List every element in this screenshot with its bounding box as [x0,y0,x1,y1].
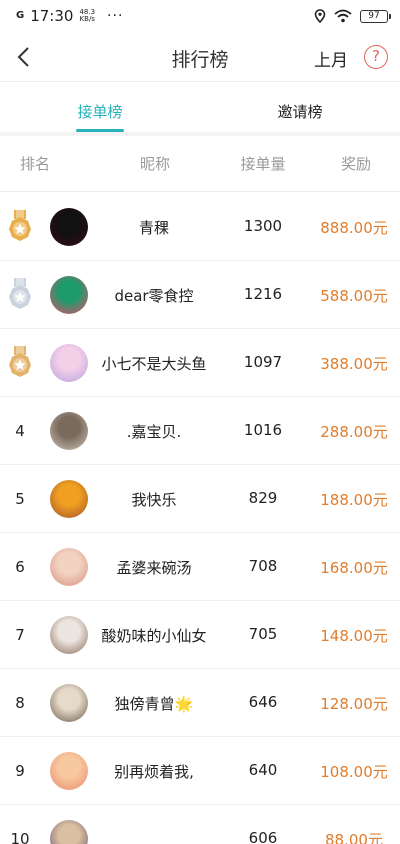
order-count: 640 [248,761,278,779]
reward-amount: 588.00元 [320,287,388,305]
reward-amount: 888.00元 [320,219,388,237]
order-count: 708 [248,557,278,575]
reward-amount: 188.00元 [320,491,388,509]
order-count: 1216 [243,285,283,303]
nickname: dear零食控 [114,287,194,305]
table-header: 排名 昵称 接单量 奖励 [0,136,400,192]
rank-number: 10 [10,829,30,844]
avatar[interactable] [50,480,88,518]
table-row[interactable]: 4 .嘉宝贝. 1016 288.00元 [0,397,400,465]
nickname: 我快乐 [131,491,177,509]
order-count: 1097 [243,353,283,371]
more-notifications-icon: ··· [107,8,124,24]
rank-number: 6 [15,557,25,576]
table-row[interactable]: 5 我快乐 829 188.00元 [0,465,400,533]
avatar[interactable] [50,276,88,314]
wifi-icon [334,9,352,23]
nickname: 别再烦着我, [114,763,194,781]
table-row[interactable]: 8 独傍青曾🌟 646 128.00元 [0,669,400,737]
network-speed: 48.3 KB/s [79,9,95,23]
rank-number: 5 [15,489,25,508]
order-count: 1016 [243,421,283,439]
battery-icon: 97 [360,9,391,23]
order-count: 606 [248,829,278,844]
table-row[interactable]: dear零食控 1216 588.00元 [0,261,400,329]
battery-level: 97 [368,10,380,21]
nickname: 酸奶味的小仙女 [101,627,207,645]
silver-medal-icon [4,261,36,328]
rank-number: 7 [15,625,25,644]
reward-amount: 148.00元 [320,627,388,645]
rank-number: 4 [15,421,25,440]
gold-medal-icon [4,193,36,260]
avatar[interactable] [50,208,88,246]
network-speed-unit: KB/s [79,15,95,23]
order-count: 829 [248,489,278,507]
avatar[interactable] [50,344,88,382]
table-row[interactable]: 小七不是大头鱼 1097 388.00元 [0,329,400,397]
order-count: 646 [248,693,278,711]
nickname: 青稞 [138,219,169,237]
ranking-list: 青稞 1300 888.00元 dear零食控 1216 588.00元 小七不是大头鱼 10… [0,193,400,844]
avatar[interactable] [50,820,88,844]
help-icon[interactable]: ? [364,45,388,69]
tab-bar: 接单榜 邀请榜 [0,82,400,136]
nickname: 小七不是大头鱼 [101,355,207,373]
tab-invite-ranking[interactable]: 邀请榜 [200,82,400,132]
avatar[interactable] [50,752,88,790]
order-count: 705 [248,625,278,643]
reward-amount: 288.00元 [320,423,388,441]
bronze-medal-icon [4,329,36,396]
reward-amount: 88.00元 [325,831,383,844]
avatar[interactable] [50,412,88,450]
status-bar: G 17:30 48.3 KB/s ··· 97 [0,0,400,32]
reward-amount: 168.00元 [320,559,388,577]
reward-amount: 388.00元 [320,355,388,373]
nickname: 独傍青曾🌟 [114,695,194,713]
period-selector[interactable]: 上月 [314,46,348,71]
table-row[interactable]: 7 酸奶味的小仙女 705 148.00元 [0,601,400,669]
tab-orders-ranking[interactable]: 接单榜 [0,82,200,132]
nav-bar: 排行榜 上月 ? [0,32,400,82]
table-row[interactable]: 青稞 1300 888.00元 [0,193,400,261]
location-icon [314,9,326,23]
rank-number: 9 [15,761,25,780]
nickname: .嘉宝贝. [126,423,182,441]
nickname: 孟婆来碗汤 [116,559,192,577]
avatar[interactable] [50,548,88,586]
rank-number: 8 [15,693,25,712]
table-row[interactable]: 6 孟婆来碗汤 708 168.00元 [0,533,400,601]
column-nickname: 昵称 [139,155,170,173]
table-row[interactable]: 10 606 88.00元 [0,805,400,844]
reward-amount: 108.00元 [320,763,388,781]
table-row[interactable]: 9 别再烦着我, 640 108.00元 [0,737,400,805]
avatar[interactable] [50,684,88,722]
status-time: 17:30 [30,7,74,25]
column-rank: 排名 [19,155,50,173]
signal-icon: G [16,10,25,21]
avatar[interactable] [50,616,88,654]
column-orders: 接单量 [240,155,286,173]
reward-amount: 128.00元 [320,695,388,713]
column-reward: 奖励 [340,155,371,173]
order-count: 1300 [243,217,283,235]
